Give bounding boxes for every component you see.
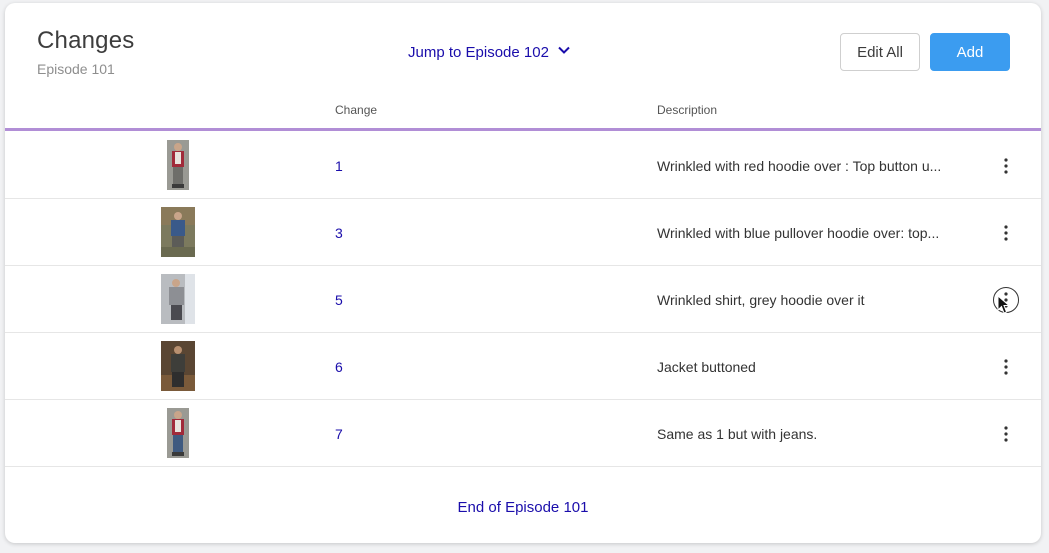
table-row[interactable]: 7 Same as 1 but with jeans.: [5, 400, 1041, 467]
more-vertical-icon: [1004, 359, 1008, 375]
column-header-description: Description: [657, 103, 718, 117]
jump-label: Jump to Episode 102: [408, 43, 549, 61]
change-number-link[interactable]: 5: [335, 292, 343, 308]
more-vertical-icon: [1004, 292, 1008, 308]
more-vertical-icon: [1004, 426, 1008, 442]
change-description: Jacket buttoned: [657, 359, 756, 375]
change-description: Wrinkled with blue pullover hoodie over:…: [657, 225, 940, 241]
page-title: Changes: [37, 27, 135, 54]
header-divider: [5, 128, 1041, 131]
change-number-link[interactable]: 1: [335, 158, 343, 174]
row-menu-button[interactable]: [993, 354, 1019, 380]
change-description: Wrinkled with red hoodie over : Top butt…: [657, 158, 942, 174]
grey-hoodie-photo: [161, 274, 195, 324]
add-button[interactable]: Add: [930, 33, 1010, 71]
table-row[interactable]: 1 Wrinkled with red hoodie over : Top bu…: [5, 132, 1041, 199]
episode-subtitle: Episode 101: [37, 61, 115, 77]
row-menu-button[interactable]: [993, 421, 1019, 447]
row-menu-button[interactable]: [993, 287, 1019, 313]
edit-all-button[interactable]: Edit All: [840, 33, 920, 71]
changes-table-body: 1 Wrinkled with red hoodie over : Top bu…: [5, 132, 1041, 467]
jacket-photo: [161, 341, 195, 391]
change-number-link[interactable]: 6: [335, 359, 343, 375]
change-number-link[interactable]: 7: [335, 426, 343, 442]
changes-card: Changes Episode 101 Jump to Episode 102 …: [5, 3, 1041, 543]
jump-to-episode-link[interactable]: Jump to Episode 102: [408, 43, 571, 61]
row-menu-button[interactable]: [993, 220, 1019, 246]
chevron-down-icon: [557, 43, 571, 61]
more-vertical-icon: [1004, 158, 1008, 174]
change-number-link[interactable]: 3: [335, 225, 343, 241]
red-hoodie-photo: [167, 140, 189, 190]
blue-hoodie-photo: [161, 207, 195, 257]
row-menu-button[interactable]: [993, 153, 1019, 179]
column-header-change: Change: [335, 103, 378, 117]
change-description: Same as 1 but with jeans.: [657, 426, 818, 442]
red-hoodie-jeans-photo: [167, 408, 189, 458]
change-description: Wrinkled shirt, grey hoodie over it: [657, 292, 865, 308]
table-row[interactable]: 6 Jacket buttoned: [5, 333, 1041, 400]
end-of-episode-link[interactable]: End of Episode 101: [5, 499, 1041, 516]
more-vertical-icon: [1004, 225, 1008, 241]
table-row[interactable]: 3 Wrinkled with blue pullover hoodie ove…: [5, 199, 1041, 266]
table-row[interactable]: 5 Wrinkled shirt, grey hoodie over it: [5, 266, 1041, 333]
